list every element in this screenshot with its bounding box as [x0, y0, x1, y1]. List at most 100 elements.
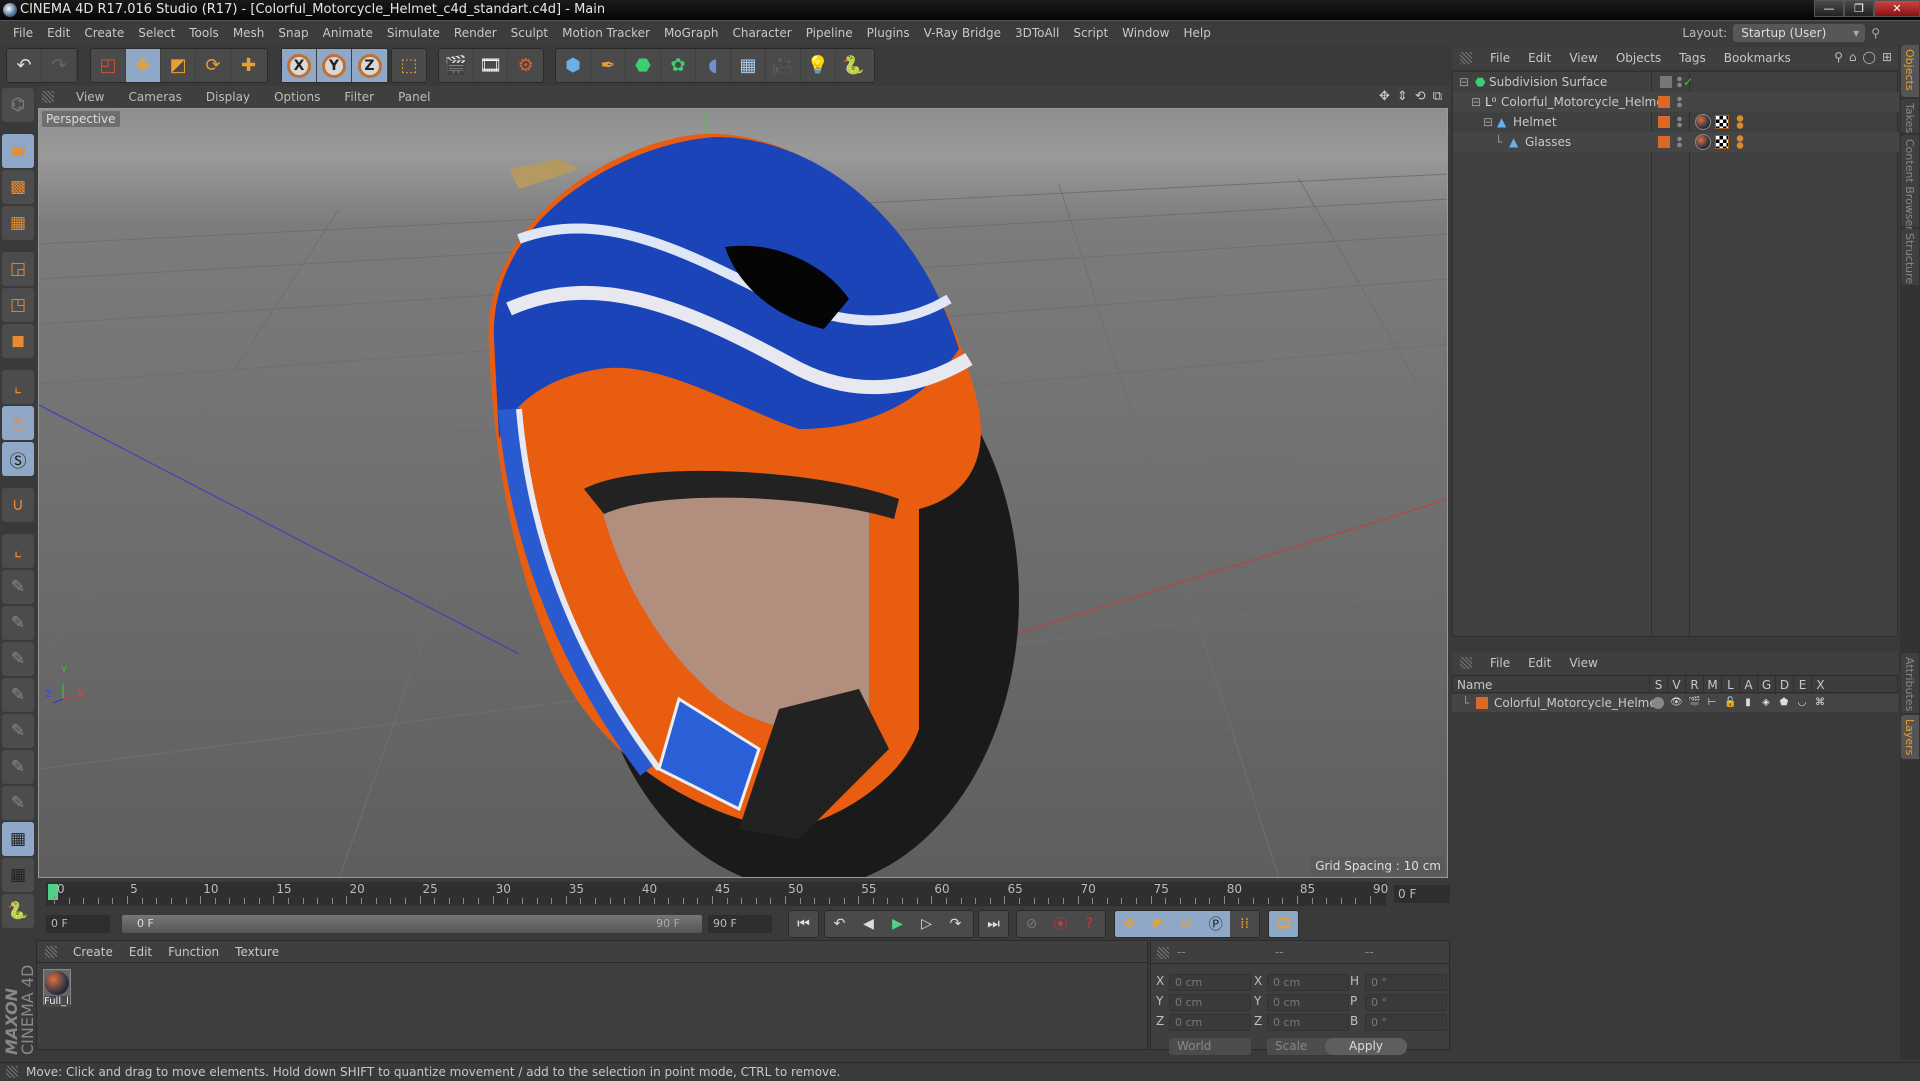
menu-3dtoall[interactable]: 3DToAll: [1008, 26, 1066, 40]
pos-x-field[interactable]: 0 cm: [1169, 974, 1251, 991]
collapse-icon[interactable]: ⊟: [1483, 112, 1493, 132]
axis-z-toggle[interactable]: Z: [352, 49, 387, 82]
rotate-icon[interactable]: ⟳: [196, 49, 231, 82]
menu-mesh[interactable]: Mesh: [226, 26, 272, 40]
render-picture-viewer-icon[interactable]: 🎞: [474, 49, 509, 82]
menu-mograph[interactable]: MoGraph: [657, 26, 726, 40]
camera-label[interactable]: Perspective: [42, 111, 120, 127]
brush-r-icon[interactable]: ✎: [2, 642, 34, 676]
rot-p-field[interactable]: 0 °: [1365, 994, 1447, 1011]
restore-button[interactable]: ❐: [1844, 0, 1874, 17]
visibility-dots-icon[interactable]: [1677, 76, 1682, 88]
cube-icon[interactable]: ⬢: [556, 49, 591, 82]
key-rotation-icon[interactable]: ⟳: [1173, 911, 1202, 937]
menu-file[interactable]: File: [6, 26, 40, 40]
camera-icon[interactable]: 🎥: [766, 49, 801, 82]
frame-range-slider[interactable]: 0 F 90 F: [122, 915, 702, 933]
brush-p-icon[interactable]: ✎: [2, 606, 34, 640]
menu-vray-bridge[interactable]: V-Ray Bridge: [917, 26, 1008, 40]
timeline-window-icon[interactable]: 🎞: [1269, 911, 1298, 937]
material-tag-icon[interactable]: [1695, 134, 1711, 150]
menu-pipeline[interactable]: Pipeline: [799, 26, 860, 40]
live-selection-icon[interactable]: ◰: [91, 49, 126, 82]
new-window-icon[interactable]: ⊞: [1882, 50, 1892, 64]
enabled-check-icon[interactable]: ✓: [1683, 72, 1693, 92]
material-menu-texture[interactable]: Texture: [235, 945, 279, 959]
size-x-field[interactable]: 0 cm: [1267, 974, 1349, 991]
light-icon[interactable]: 💡: [801, 49, 836, 82]
panel-grip-icon[interactable]: [1460, 52, 1472, 64]
helmet-model[interactable]: [488, 133, 1019, 878]
points-mode-icon[interactable]: ◲: [2, 252, 34, 286]
uvw-tag-icon[interactable]: [1715, 115, 1729, 129]
redo-icon[interactable]: ↷: [42, 49, 77, 82]
viewport-menu-options[interactable]: Options: [274, 90, 332, 104]
layout-dropdown[interactable]: Startup (User): [1733, 24, 1866, 42]
object-menu-file[interactable]: File: [1490, 51, 1510, 65]
menu-motion-tracker[interactable]: Motion Tracker: [555, 26, 657, 40]
brush-psr-icon[interactable]: ✎: [2, 678, 34, 712]
uvw-tag-icon[interactable]: [1715, 135, 1729, 149]
column-solo[interactable]: S: [1649, 676, 1667, 694]
size-z-field[interactable]: 0 cm: [1267, 1014, 1349, 1031]
menu-script[interactable]: Script: [1066, 26, 1115, 40]
visibility-dots-icon[interactable]: [1677, 96, 1682, 108]
menu-window[interactable]: Window: [1115, 26, 1176, 40]
undo-icon[interactable]: ↶: [7, 49, 42, 82]
layer-color-swatch[interactable]: [1658, 96, 1670, 108]
viewport-menu-view[interactable]: View: [76, 90, 116, 104]
pan-view-icon[interactable]: ✥: [1379, 89, 1390, 104]
auto-keying-icon[interactable]: ⦿: [1046, 911, 1075, 937]
current-frame-field[interactable]: 0 F: [1394, 885, 1450, 903]
brush-hand-icon[interactable]: ✎: [2, 786, 34, 820]
menu-render[interactable]: Render: [447, 26, 504, 40]
eye-icon[interactable]: ◯: [1863, 50, 1876, 64]
model-mode-icon[interactable]: ▣: [2, 134, 34, 168]
render-view-icon[interactable]: 🎬: [439, 49, 474, 82]
tab-content-browser[interactable]: Content Browser: [1901, 135, 1919, 231]
viewport-menu-filter[interactable]: Filter: [344, 90, 386, 104]
solo-toggle-icon[interactable]: [1652, 697, 1664, 709]
layer-color-swatch[interactable]: [1658, 136, 1670, 148]
column-view[interactable]: V: [1667, 676, 1685, 694]
edit-toggle-icon[interactable]: [1660, 76, 1672, 88]
workplane-lock-icon[interactable]: ▦: [2, 822, 34, 856]
layer-menu-view[interactable]: View: [1569, 656, 1597, 670]
layer-color-swatch[interactable]: [1476, 697, 1488, 709]
xrefs-toggle-icon[interactable]: ⌘: [1814, 697, 1826, 709]
key-scale-icon[interactable]: ◩: [1144, 911, 1173, 937]
render-toggle-icon[interactable]: 🎬: [1688, 697, 1700, 709]
material-swatch[interactable]: Full_l: [43, 969, 71, 1007]
menu-sculpt[interactable]: Sculpt: [504, 26, 555, 40]
go-to-start-icon[interactable]: ⏮: [789, 911, 818, 937]
layer-menu-file[interactable]: File: [1490, 656, 1510, 670]
rotate-view-icon[interactable]: ⟲: [1415, 89, 1426, 104]
object-row-subdivision-surface[interactable]: ⊟ ⬣ Subdivision Surface ✓: [1453, 72, 1899, 92]
previous-key-icon[interactable]: ↶: [825, 911, 854, 937]
panel-grip-icon[interactable]: [42, 91, 54, 103]
deformer-icon[interactable]: ◖: [696, 49, 731, 82]
panel-grip-icon[interactable]: [1157, 947, 1169, 959]
menu-plugins[interactable]: Plugins: [860, 26, 917, 40]
brush-icon[interactable]: ✎: [2, 570, 34, 604]
texture-mode-icon[interactable]: ▩: [2, 170, 34, 204]
collapse-icon[interactable]: ⊟: [1459, 72, 1469, 92]
rot-b-field[interactable]: 0 °: [1365, 1014, 1447, 1031]
tweak-mode-icon[interactable]: 🖱: [2, 406, 34, 440]
key-parameter-icon[interactable]: Ⓟ: [1201, 911, 1230, 937]
selection-tag-icon[interactable]: [1733, 135, 1747, 149]
manager-toggle-icon[interactable]: ⊢: [1706, 697, 1718, 709]
mograph-cloner-icon[interactable]: ✿: [661, 49, 696, 82]
column-manager[interactable]: M: [1703, 676, 1721, 694]
keyframe-selection-icon[interactable]: ?: [1075, 911, 1104, 937]
minimize-button[interactable]: —: [1814, 0, 1844, 17]
coordinate-mode-dropdown[interactable]: World: [1169, 1038, 1251, 1055]
size-y-field[interactable]: 0 cm: [1267, 994, 1349, 1011]
snap-icon[interactable]: ∪: [2, 488, 34, 522]
polygons-mode-icon[interactable]: ◼: [2, 324, 34, 358]
maximize-view-icon[interactable]: ⧉: [1433, 89, 1442, 104]
object-menu-objects[interactable]: Objects: [1616, 51, 1661, 65]
python-icon[interactable]: 🐍: [836, 49, 871, 82]
rot-h-field[interactable]: 0 °: [1365, 974, 1447, 991]
key-position-icon[interactable]: ✥: [1115, 911, 1144, 937]
